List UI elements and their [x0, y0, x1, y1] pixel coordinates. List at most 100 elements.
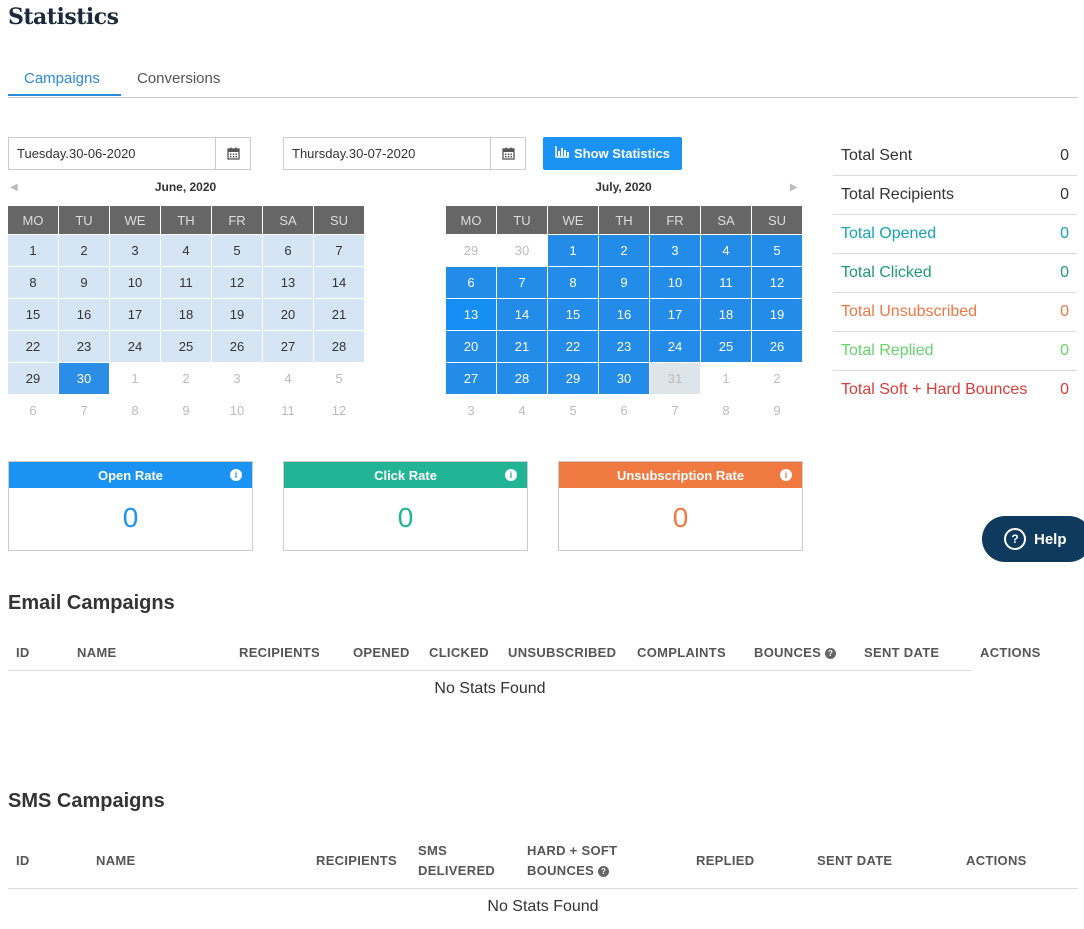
calendar-day-outside[interactable]: 10	[211, 394, 263, 427]
calendar-day-in-range[interactable]: 17	[649, 298, 701, 331]
calendar-day-in-range[interactable]: 25	[700, 330, 752, 363]
calendar-day-outside[interactable]: 3	[445, 394, 497, 427]
calendar-day-selected-end[interactable]: 30	[598, 362, 650, 395]
calendar-day-in-range[interactable]: 26	[751, 330, 803, 363]
calendar-day[interactable]: 1	[7, 234, 59, 267]
calendar-day-outside[interactable]: 5	[313, 362, 365, 395]
calendar-day-in-range[interactable]: 23	[598, 330, 650, 363]
calendar-day-outside[interactable]: 4	[262, 362, 314, 395]
column-header[interactable]: SENT DATE	[864, 645, 939, 660]
tab-conversions[interactable]: Conversions	[137, 70, 220, 87]
column-header[interactable]: RECIPIENTS	[316, 853, 397, 868]
question-circle-icon[interactable]: ?	[598, 866, 610, 877]
next-month-arrow[interactable]: ▶	[790, 182, 798, 193]
calendar-day[interactable]: 13	[262, 266, 314, 299]
calendar-day-in-range[interactable]: 18	[700, 298, 752, 331]
show-statistics-button[interactable]: Show Statistics	[543, 137, 682, 170]
calendar-day[interactable]: 24	[109, 330, 161, 363]
calendar-day[interactable]: 3	[109, 234, 161, 267]
calendar-day-outside[interactable]: 1	[700, 362, 752, 395]
calendar-day-outside[interactable]: 29	[445, 234, 497, 267]
calendar-day-in-range[interactable]: 7	[496, 266, 548, 299]
column-header[interactable]: BOUNCES ?	[527, 863, 610, 878]
calendar-day[interactable]: 29	[7, 362, 59, 395]
calendar-day[interactable]: 17	[109, 298, 161, 331]
calendar-day-outside[interactable]: 2	[751, 362, 803, 395]
column-header[interactable]: ACTIONS	[966, 853, 1027, 868]
calendar-day[interactable]: 7	[313, 234, 365, 267]
calendar-day[interactable]: 9	[58, 266, 110, 299]
calendar-day-outside[interactable]: 1	[109, 362, 161, 395]
calendar-day-in-range[interactable]: 8	[547, 266, 599, 299]
column-header[interactable]: ACTIONS	[980, 645, 1041, 660]
calendar-day[interactable]: 25	[160, 330, 212, 363]
column-header[interactable]: CLICKED	[429, 645, 489, 660]
calendar-day-in-range[interactable]: 28	[496, 362, 548, 395]
calendar-day-in-range[interactable]: 14	[496, 298, 548, 331]
column-header[interactable]: SMS	[418, 843, 447, 858]
calendar-day[interactable]: 4	[160, 234, 212, 267]
column-header[interactable]: COMPLAINTS	[637, 645, 726, 660]
calendar-day[interactable]: 20	[262, 298, 314, 331]
calendar-day-outside[interactable]: 8	[109, 394, 161, 427]
calendar-day[interactable]: 18	[160, 298, 212, 331]
calendar-day-in-range[interactable]: 12	[751, 266, 803, 299]
calendar-day-in-range[interactable]: 24	[649, 330, 701, 363]
calendar-day-outside[interactable]: 9	[160, 394, 212, 427]
calendar-day-in-range[interactable]: 21	[496, 330, 548, 363]
column-header[interactable]: DELIVERED	[418, 863, 495, 878]
calendar-day-outside[interactable]: 9	[751, 394, 803, 427]
calendar-day[interactable]: 5	[211, 234, 263, 267]
column-header[interactable]: OPENED	[353, 645, 410, 660]
calendar-day[interactable]: 27	[262, 330, 314, 363]
calendar-day-outside[interactable]: 2	[160, 362, 212, 395]
calendar-day-in-range[interactable]: 27	[445, 362, 497, 395]
column-header[interactable]: NAME	[77, 645, 116, 660]
calendar-day-outside[interactable]: 8	[700, 394, 752, 427]
calendar-day-in-range[interactable]: 9	[598, 266, 650, 299]
column-header[interactable]: REPLIED	[696, 853, 754, 868]
calendar-day[interactable]: 15	[7, 298, 59, 331]
end-date-input[interactable]	[284, 138, 491, 169]
start-date-input[interactable]	[9, 138, 216, 169]
column-header[interactable]: ID	[16, 645, 30, 660]
calendar-day-in-range[interactable]: 29	[547, 362, 599, 395]
help-button[interactable]: ? Help	[982, 516, 1084, 562]
calendar-day-outside[interactable]: 4	[496, 394, 548, 427]
calendar-day[interactable]: 6	[262, 234, 314, 267]
calendar-day-in-range[interactable]: 4	[700, 234, 752, 267]
info-icon[interactable]: i	[230, 469, 242, 481]
calendar-day[interactable]: 16	[58, 298, 110, 331]
calendar-day-outside[interactable]: 12	[313, 394, 365, 427]
question-circle-icon[interactable]: ?	[825, 648, 837, 659]
calendar-day-in-range[interactable]: 16	[598, 298, 650, 331]
calendar-day-outside[interactable]: 6	[598, 394, 650, 427]
column-header[interactable]: NAME	[96, 853, 135, 868]
tab-campaigns[interactable]: Campaigns	[24, 70, 100, 87]
calendar-day[interactable]: 26	[211, 330, 263, 363]
calendar-day[interactable]: 23	[58, 330, 110, 363]
calendar-day-outside[interactable]: 5	[547, 394, 599, 427]
column-header[interactable]: SENT DATE	[817, 853, 892, 868]
calendar-day-outside[interactable]: 11	[262, 394, 314, 427]
calendar-day[interactable]: 21	[313, 298, 365, 331]
column-header[interactable]: BOUNCES ?	[754, 645, 837, 660]
column-header[interactable]: ID	[16, 853, 30, 868]
calendar-day-in-range[interactable]: 1	[547, 234, 599, 267]
column-header[interactable]: UNSUBSCRIBED	[508, 645, 616, 660]
calendar-day[interactable]: 22	[7, 330, 59, 363]
calendar-day-outside[interactable]: 7	[649, 394, 701, 427]
calendar-day[interactable]: 8	[7, 266, 59, 299]
calendar-day-in-range[interactable]: 15	[547, 298, 599, 331]
calendar-day-in-range[interactable]: 6	[445, 266, 497, 299]
calendar-day[interactable]: 19	[211, 298, 263, 331]
info-icon[interactable]: i	[780, 469, 792, 481]
calendar-day-selected-start[interactable]: 30	[58, 362, 110, 395]
calendar-day[interactable]: 10	[109, 266, 161, 299]
calendar-day-in-range[interactable]: 20	[445, 330, 497, 363]
calendar-day-in-range[interactable]: 3	[649, 234, 701, 267]
calendar-day[interactable]: 11	[160, 266, 212, 299]
column-header[interactable]: RECIPIENTS	[239, 645, 320, 660]
calendar-day-in-range[interactable]: 22	[547, 330, 599, 363]
calendar-day-in-range[interactable]: 11	[700, 266, 752, 299]
